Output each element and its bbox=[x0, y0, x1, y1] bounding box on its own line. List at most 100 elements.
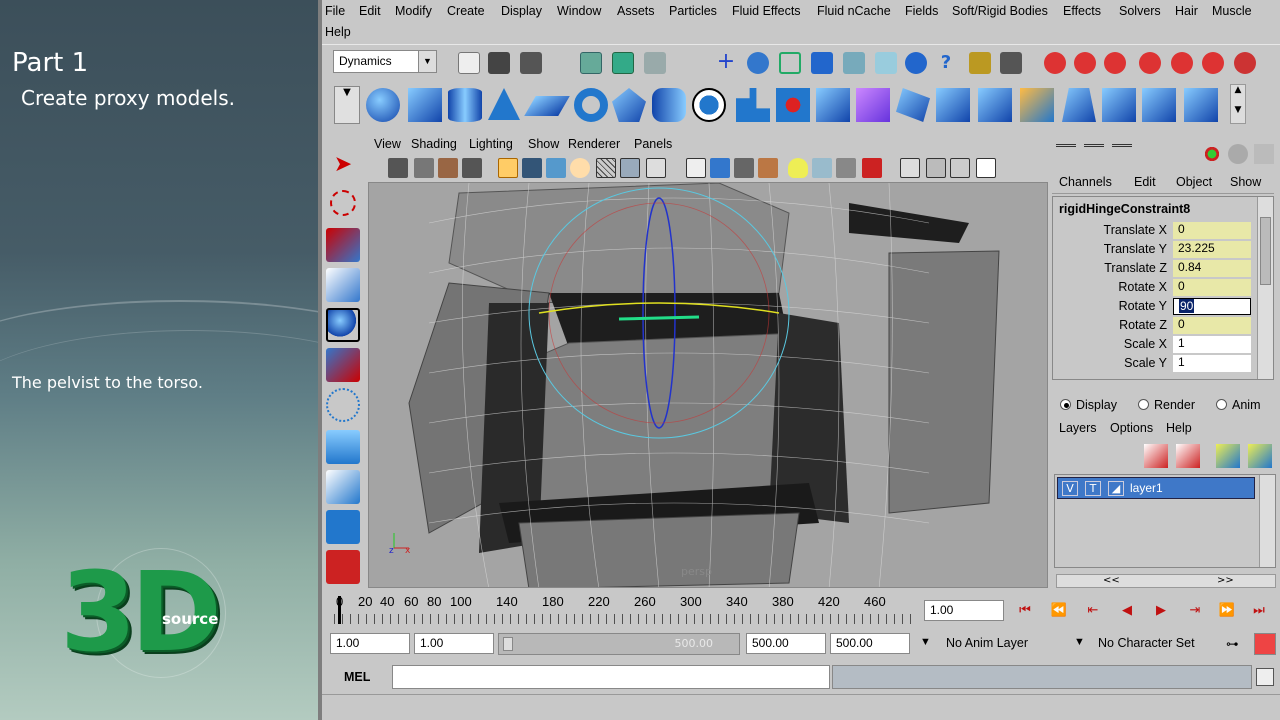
channels-menu[interactable]: Channels bbox=[1059, 175, 1112, 189]
end-time-field[interactable]: 500.00 bbox=[830, 633, 910, 654]
channel-edit-menu[interactable]: Edit bbox=[1134, 175, 1156, 189]
auto-key-icon[interactable]: ⊶ bbox=[1222, 633, 1248, 655]
textured-icon[interactable] bbox=[734, 158, 754, 178]
channel-box-icon[interactable] bbox=[1202, 144, 1222, 164]
frame-selection-icon[interactable] bbox=[900, 158, 920, 178]
isolate-select-icon[interactable] bbox=[862, 158, 882, 178]
attr-value-field[interactable]: 1 bbox=[1173, 336, 1251, 353]
shadows-icon[interactable] bbox=[812, 158, 832, 178]
channel-show-menu[interactable]: Show bbox=[1230, 175, 1261, 189]
viewport-menu-renderer[interactable]: Renderer bbox=[568, 137, 620, 151]
poly-plane-icon[interactable] bbox=[524, 96, 570, 116]
bridge-icon[interactable] bbox=[1020, 88, 1054, 122]
attr-value-field[interactable]: 1 bbox=[1173, 355, 1251, 372]
menu-file[interactable]: File bbox=[325, 4, 345, 18]
scale-tool-icon[interactable] bbox=[326, 348, 360, 382]
menu-edit[interactable]: Edit bbox=[359, 4, 381, 18]
resolution-gate-icon[interactable] bbox=[546, 158, 566, 178]
hypergraph-icon[interactable] bbox=[1202, 52, 1224, 74]
wireframe-on-shaded-icon[interactable] bbox=[646, 158, 666, 178]
snap-curve-icon[interactable] bbox=[747, 52, 769, 74]
menu-fields[interactable]: Fields bbox=[905, 4, 938, 18]
layer-nav-left[interactable]: << bbox=[1103, 575, 1120, 586]
bookmark-icon[interactable] bbox=[438, 158, 458, 178]
viewport-menu-show[interactable]: Show bbox=[528, 137, 559, 151]
attr-label[interactable]: Translate X bbox=[1104, 223, 1167, 237]
layer-editor-icon[interactable] bbox=[1139, 52, 1161, 74]
lasso-tool-icon[interactable] bbox=[330, 190, 356, 216]
layer-nav-right[interactable]: >> bbox=[1217, 575, 1234, 586]
menu-help[interactable]: Help bbox=[325, 25, 351, 39]
menu-set-dropdown[interactable]: Dynamics ▼ bbox=[333, 50, 437, 73]
layer-name[interactable]: layer1 bbox=[1130, 481, 1163, 495]
node-name[interactable]: rigidHingeConstraint8 bbox=[1059, 202, 1190, 216]
range-slider-bar[interactable]: 500.00 bbox=[498, 633, 740, 655]
attr-label[interactable]: Scale Y bbox=[1124, 356, 1167, 370]
attr-value-input-editing[interactable]: 90 bbox=[1173, 298, 1251, 315]
history-icon[interactable] bbox=[843, 52, 865, 74]
use-all-lights-icon[interactable] bbox=[758, 158, 778, 178]
attr-value-field[interactable]: 0 bbox=[1173, 222, 1251, 239]
attr-label[interactable]: Rotate Y bbox=[1119, 299, 1167, 313]
split-polygon-icon[interactable] bbox=[1102, 88, 1136, 122]
offset-edge-loop-icon[interactable] bbox=[1184, 88, 1218, 122]
new-scene-icon[interactable] bbox=[458, 52, 480, 74]
layer-type-toggle[interactable]: T bbox=[1085, 481, 1101, 496]
camera-select-icon[interactable] bbox=[388, 158, 408, 178]
append-polygon-icon[interactable] bbox=[1062, 88, 1096, 122]
image-plane-icon[interactable] bbox=[462, 158, 482, 178]
film-gate-icon[interactable] bbox=[522, 158, 542, 178]
channel-object-menu[interactable]: Object bbox=[1176, 175, 1212, 189]
play-backwards-button[interactable]: ◀ bbox=[1114, 600, 1140, 622]
step-forward-frame-button[interactable]: ⏩ bbox=[1214, 600, 1240, 622]
extrude-icon[interactable] bbox=[978, 88, 1012, 122]
help-icon[interactable]: ? bbox=[935, 52, 957, 74]
hypershade-icon[interactable] bbox=[1234, 52, 1256, 74]
menu-modify[interactable]: Modify bbox=[395, 4, 432, 18]
layer-visibility-toggle[interactable]: V bbox=[1062, 481, 1078, 496]
menu-hair[interactable]: Hair bbox=[1175, 4, 1198, 18]
smooth-icon[interactable] bbox=[856, 88, 890, 122]
layer-help-menu[interactable]: Help bbox=[1166, 421, 1192, 435]
menu-fluid-ncache[interactable]: Fluid nCache bbox=[817, 4, 891, 18]
attribute-editor-icon[interactable] bbox=[1228, 144, 1248, 164]
show-manipulator-icon[interactable] bbox=[326, 470, 360, 504]
new-layer-selected-icon[interactable] bbox=[1248, 444, 1272, 468]
high-quality-icon[interactable] bbox=[836, 158, 856, 178]
step-forward-key-button[interactable]: ⇥ bbox=[1182, 600, 1208, 622]
ipr-render-icon[interactable] bbox=[905, 52, 927, 74]
mel-input[interactable] bbox=[392, 665, 830, 689]
snap-point-icon[interactable] bbox=[779, 52, 801, 74]
poly-cylinder-icon[interactable] bbox=[448, 88, 482, 122]
menu-muscle[interactable]: Muscle bbox=[1212, 4, 1252, 18]
save-scene-icon[interactable] bbox=[520, 52, 542, 74]
layers-menu[interactable]: Layers bbox=[1059, 421, 1097, 435]
xray-components-icon[interactable] bbox=[950, 158, 970, 178]
attr-value-field[interactable]: 23.225 bbox=[1173, 241, 1251, 258]
radio-display[interactable]: Display bbox=[1060, 398, 1117, 412]
menu-window[interactable]: Window bbox=[557, 4, 601, 18]
channel-box-scrollbar[interactable] bbox=[1257, 197, 1273, 379]
insert-edge-loop-icon[interactable] bbox=[1142, 88, 1176, 122]
move-layer-up-icon[interactable] bbox=[1144, 444, 1168, 468]
chevron-down-icon[interactable]: ▼ bbox=[1070, 633, 1090, 655]
camera-attributes-icon[interactable] bbox=[414, 158, 434, 178]
attribute-layout-icon[interactable] bbox=[1084, 144, 1104, 164]
menu-assets[interactable]: Assets bbox=[617, 4, 655, 18]
animation-preferences-icon[interactable] bbox=[1254, 633, 1276, 655]
poly-cone-icon[interactable] bbox=[488, 88, 520, 120]
attr-value-field[interactable]: 0.84 bbox=[1173, 260, 1251, 277]
render-icon[interactable] bbox=[875, 52, 897, 74]
tool-layout-icon[interactable] bbox=[1112, 144, 1132, 164]
soft-modification-icon[interactable] bbox=[326, 430, 360, 464]
grid-toggle-icon[interactable] bbox=[498, 158, 518, 178]
anim-layer-dropdown[interactable]: No Anim Layer bbox=[942, 633, 1064, 655]
rotate-tool-icon[interactable] bbox=[326, 308, 360, 342]
extract-icon[interactable] bbox=[816, 88, 850, 122]
viewport-menu-shading[interactable]: Shading bbox=[411, 137, 457, 151]
gate-mask-icon[interactable] bbox=[570, 158, 590, 178]
start-time-field[interactable]: 1.00 bbox=[330, 633, 410, 654]
separate-icon[interactable] bbox=[776, 88, 810, 122]
go-to-end-button[interactable]: ⏭ bbox=[1246, 600, 1272, 622]
combine-icon[interactable] bbox=[736, 88, 770, 122]
